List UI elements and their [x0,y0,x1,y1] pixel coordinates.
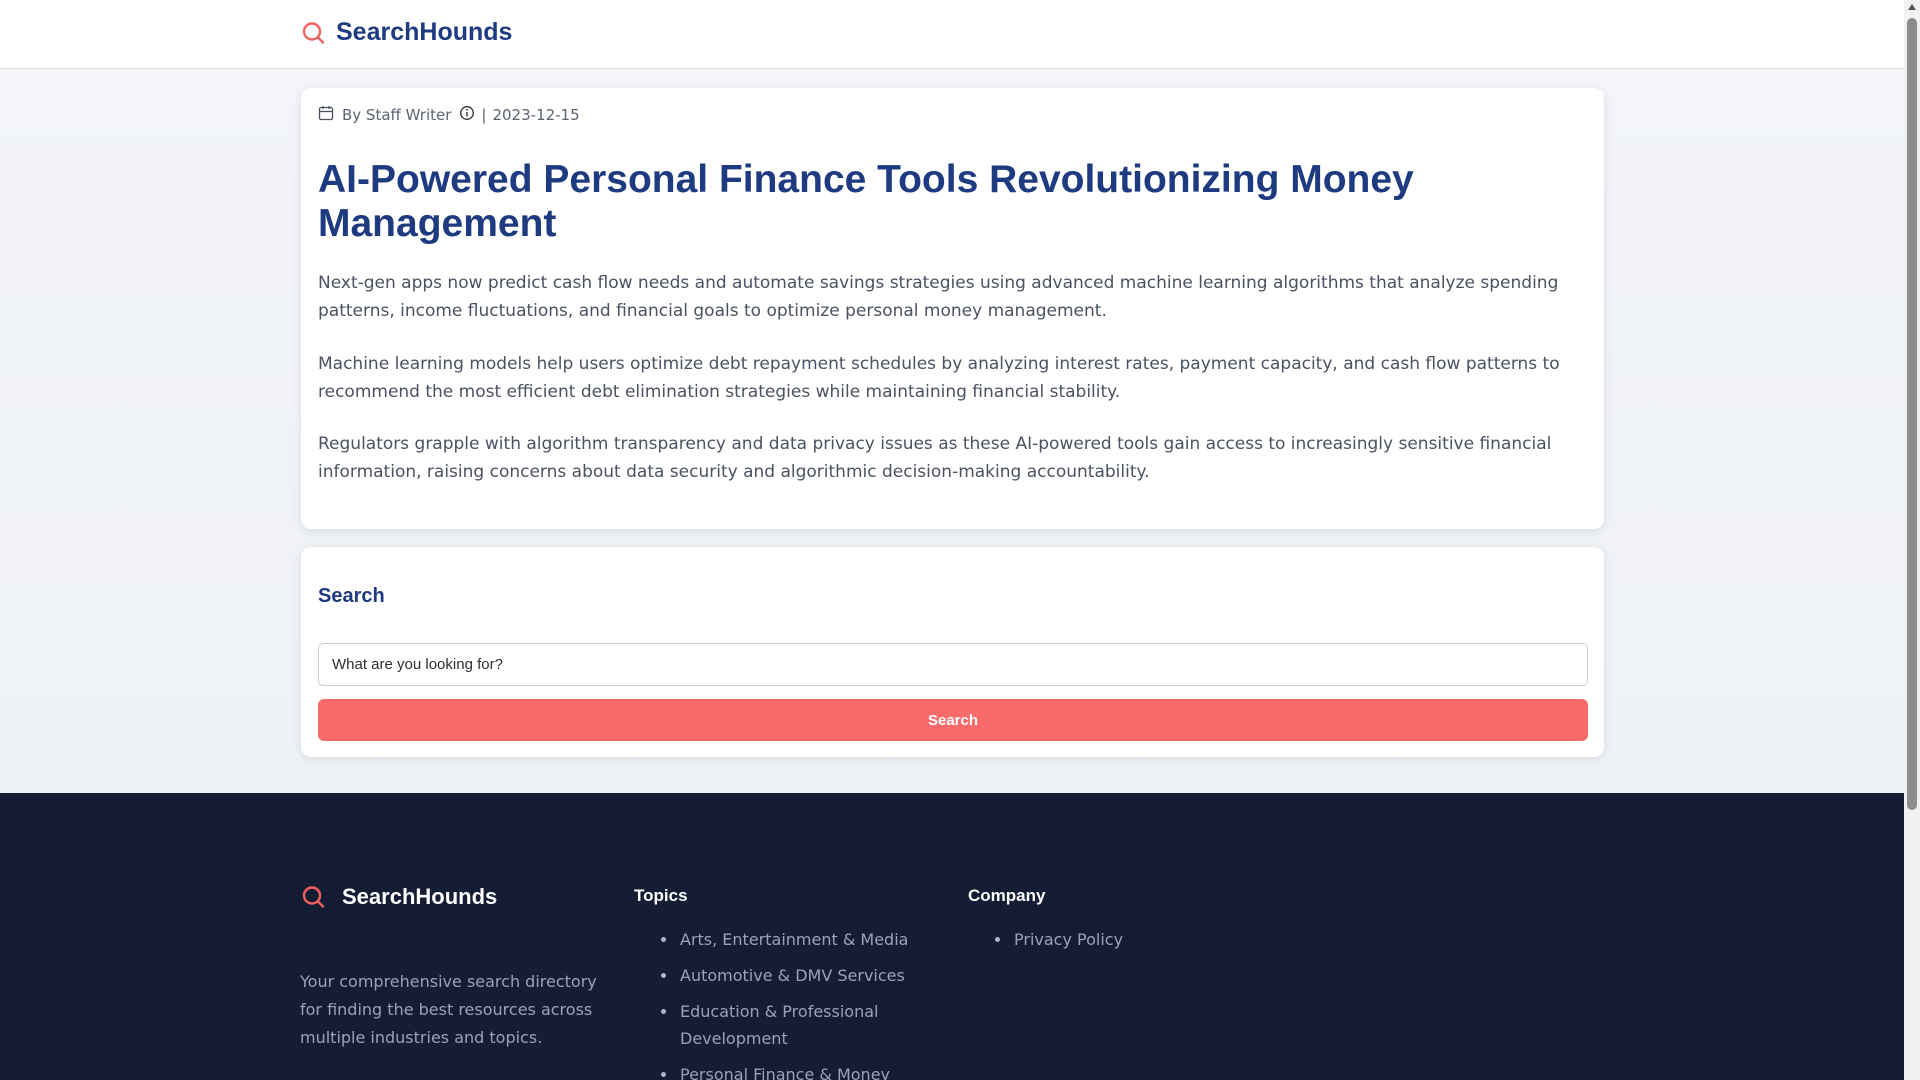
footer-brand[interactable]: SearchHounds [300,883,497,911]
footer-topic-link[interactable]: Automotive & DMV Services [678,962,938,989]
footer-description: Your comprehensive search directory for … [300,972,597,1047]
search-icon [300,883,328,911]
search-button[interactable]: Search [318,699,1588,741]
scrollbar-thumb[interactable] [1907,18,1917,810]
search-icon [300,19,328,47]
meta-separator: | [481,106,487,124]
footer-topics-title: Topics [634,886,688,905]
search-card: Search Search [301,547,1604,757]
search-input[interactable] [318,643,1588,686]
footer-topic-link[interactable]: Education & Professional Development [678,998,938,1052]
header-brand[interactable]: SearchHounds [300,18,512,47]
footer-topics-list: Arts, Entertainment & Media Automotive &… [678,926,938,1080]
search-heading: Search [318,585,385,607]
article-meta: By Staff Writer | 2023-12-15 [318,105,580,125]
footer-company-list: Privacy Policy [1012,926,1232,962]
article-card: By Staff Writer | 2023-12-15 AI-Powered … [301,88,1604,529]
privacy-policy-link[interactable]: Privacy Policy [1012,926,1232,953]
calendar-icon [318,105,334,125]
article-title: AI-Powered Personal Finance Tools Revolu… [318,158,1414,245]
brand-name: SearchHounds [336,18,513,46]
footer-company-title: Company [968,886,1046,905]
article-author: By Staff Writer [342,106,452,124]
info-icon [459,105,475,125]
footer-topic-link[interactable]: Personal Finance & Money [678,1061,938,1080]
site-footer: SearchHounds Your comprehensive search d… [0,793,1904,1080]
footer-brand-name: SearchHounds [342,884,498,909]
article-paragraph: Machine learning models help users optim… [318,354,1560,402]
scroll-up-icon[interactable] [1908,4,1916,10]
article-paragraph: Regulators grapple with algorithm transp… [318,434,1552,482]
footer-topic-link[interactable]: Arts, Entertainment & Media [678,926,938,953]
top-header: SearchHounds [0,0,1904,69]
page-scrollbar[interactable] [1904,0,1920,1080]
article-paragraph: Next-gen apps now predict cash flow need… [318,273,1559,321]
article-date: 2023-12-15 [492,106,580,124]
